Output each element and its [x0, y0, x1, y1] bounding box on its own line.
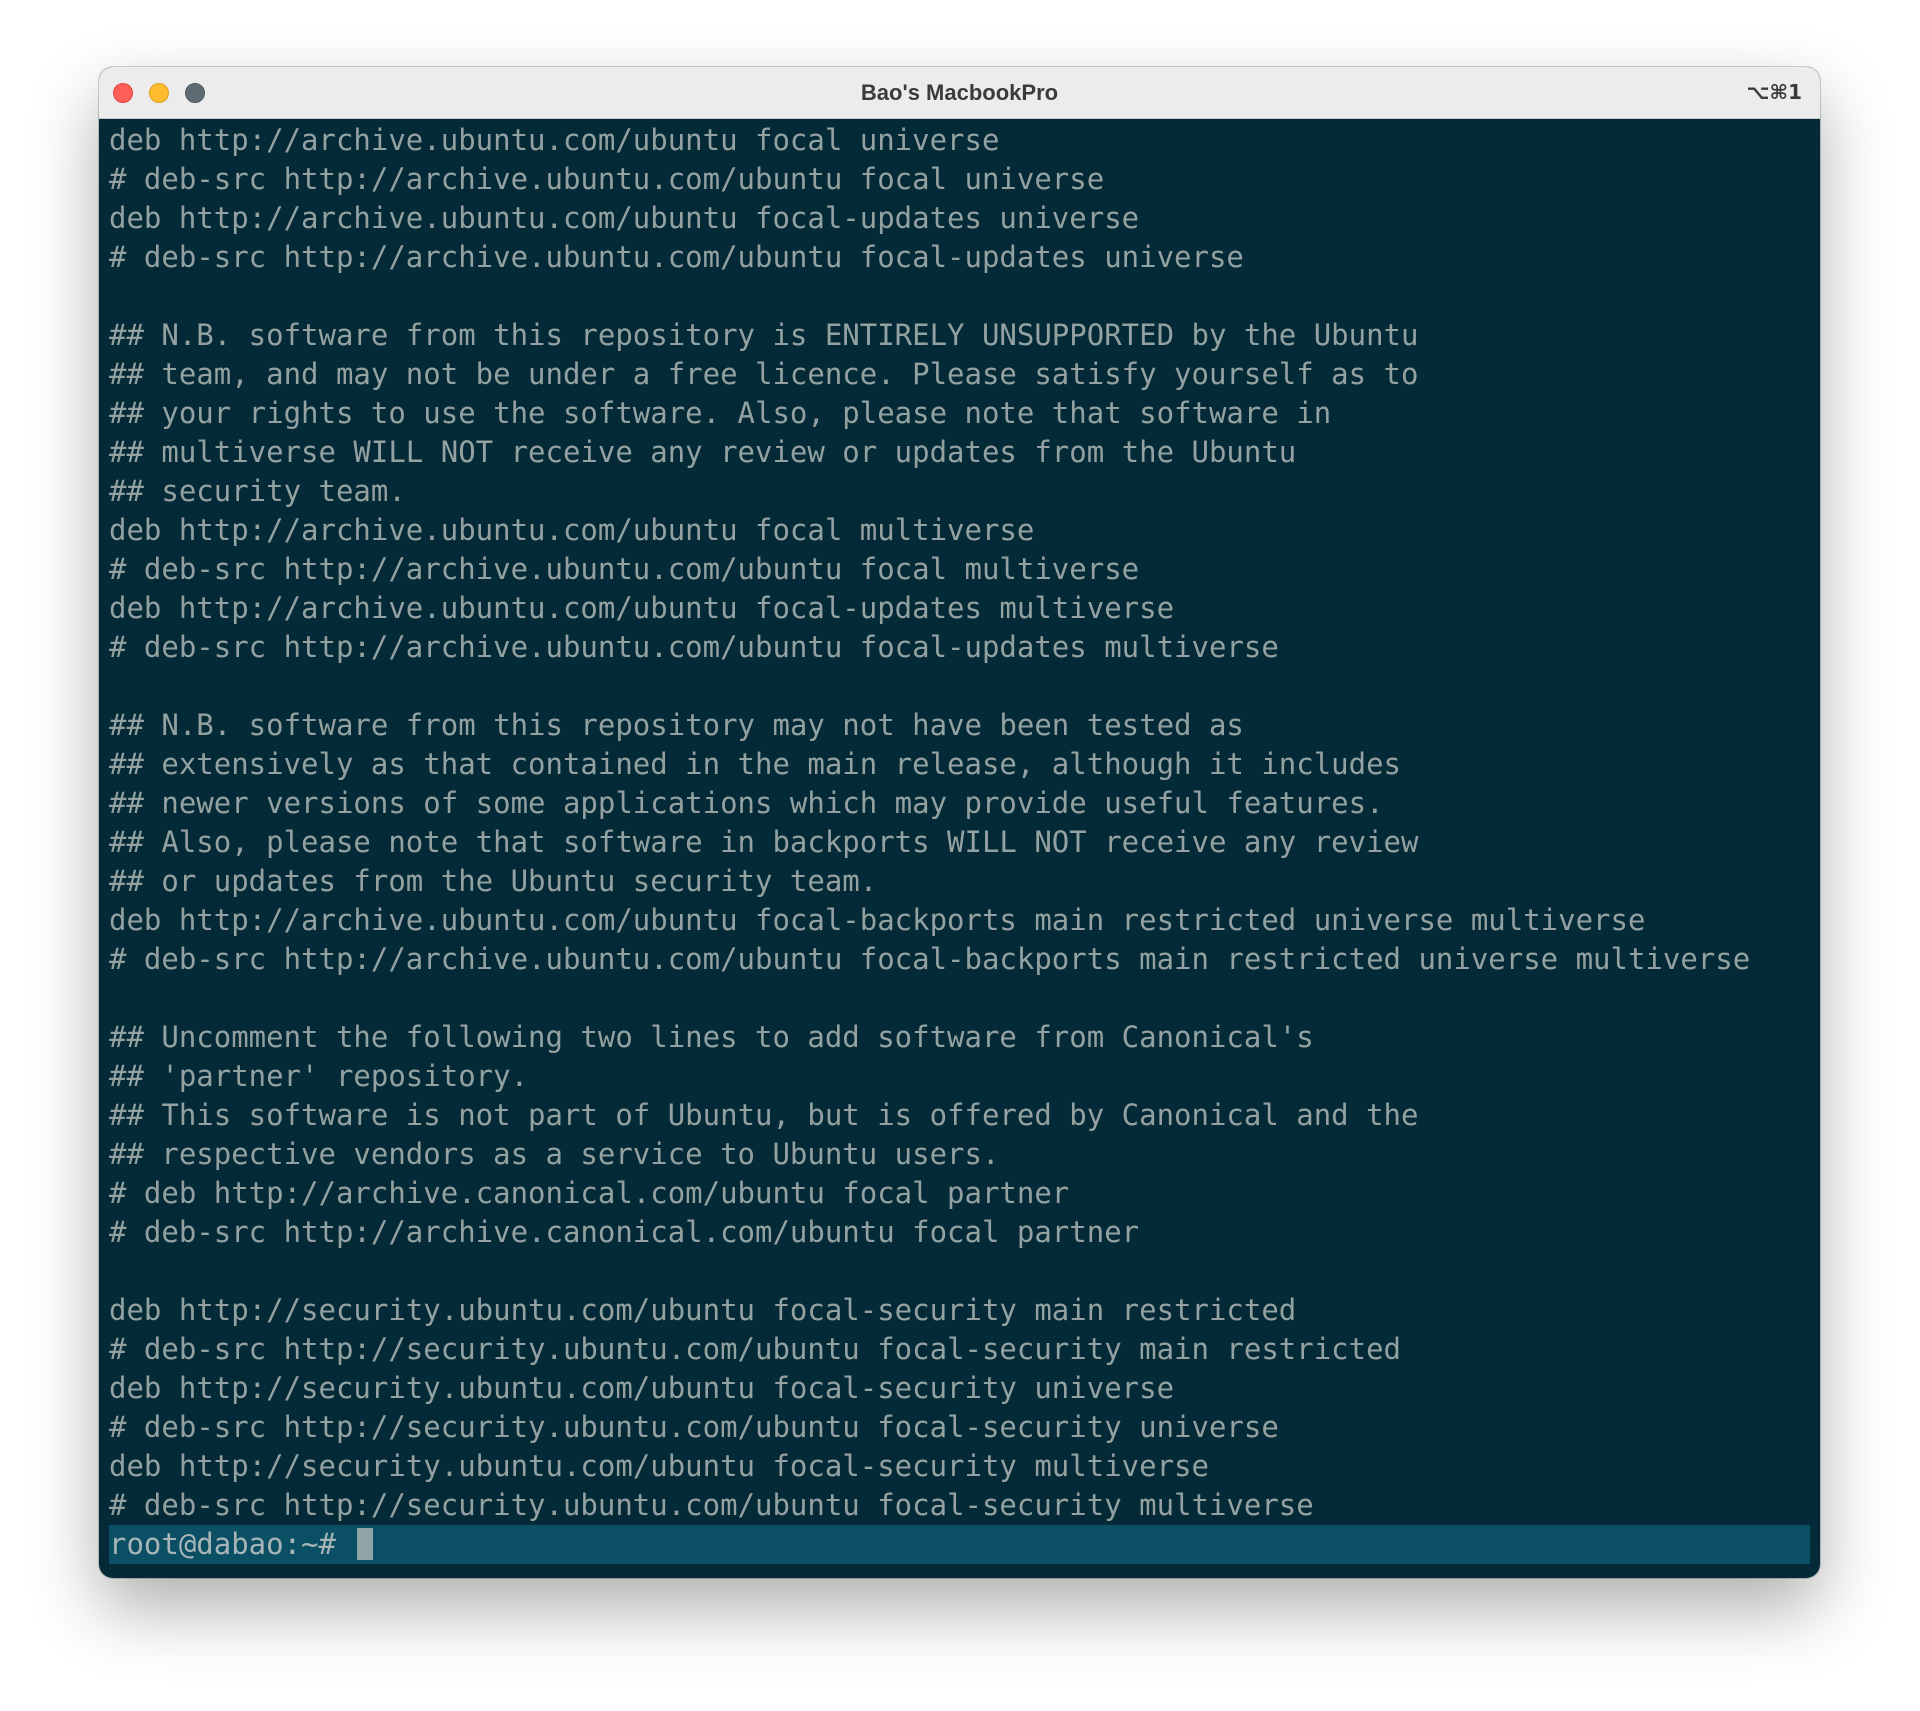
terminal-line: # deb-src http://archive.canonical.com/u… — [109, 1215, 1140, 1249]
terminal-line: ## team, and may not be under a free lic… — [109, 357, 1419, 391]
terminal-line: ## respective vendors as a service to Ub… — [109, 1137, 1000, 1171]
terminal-line: # deb-src http://security.ubuntu.com/ubu… — [109, 1488, 1314, 1522]
command-line[interactable]: root@dabao:~# — [109, 1525, 1810, 1564]
terminal-line: ## N.B. software from this repository ma… — [109, 708, 1244, 742]
terminal-line: deb http://archive.ubuntu.com/ubuntu foc… — [109, 903, 1646, 937]
terminal-line: ## Also, please note that software in ba… — [109, 825, 1419, 859]
window-title: Bao's MacbookPro — [860, 80, 1059, 105]
title-bar[interactable]: Bao's MacbookPro ⌥⌘1 — [99, 67, 1820, 119]
terminal-line: # deb-src http://archive.ubuntu.com/ubun… — [109, 162, 1105, 196]
terminal-output[interactable]: deb http://archive.ubuntu.com/ubuntu foc… — [109, 121, 1820, 1525]
text-cursor — [357, 1528, 374, 1560]
terminal-line: # deb-src http://archive.ubuntu.com/ubun… — [109, 630, 1279, 664]
terminal-line: # deb http://archive.canonical.com/ubunt… — [109, 1176, 1070, 1210]
terminal-line: deb http://security.ubuntu.com/ubuntu fo… — [109, 1449, 1209, 1483]
terminal-line: ## newer versions of some applications w… — [109, 786, 1384, 820]
terminal-line: ## N.B. software from this repository is… — [109, 318, 1419, 352]
terminal-line: deb http://archive.ubuntu.com/ubuntu foc… — [109, 201, 1140, 235]
terminal-line: # deb-src http://archive.ubuntu.com/ubun… — [109, 552, 1140, 586]
terminal-line: # deb-src http://security.ubuntu.com/ubu… — [109, 1332, 1402, 1366]
terminal-line: deb http://archive.ubuntu.com/ubuntu foc… — [109, 513, 1035, 547]
terminal-line: # deb-src http://security.ubuntu.com/ubu… — [109, 1410, 1279, 1444]
window-shortcut-label: ⌥⌘1 — [1746, 80, 1802, 104]
terminal-line: # deb-src http://archive.ubuntu.com/ubun… — [109, 240, 1244, 274]
terminal-line: ## Uncomment the following two lines to … — [109, 1020, 1314, 1054]
shell-prompt: root@dabao:~# — [109, 1527, 336, 1561]
terminal-line: deb http://archive.ubuntu.com/ubuntu foc… — [109, 591, 1175, 625]
terminal-line: ## extensively as that contained in the … — [109, 747, 1402, 781]
terminal-line: deb http://security.ubuntu.com/ubuntu fo… — [109, 1293, 1297, 1327]
terminal-line: ## This software is not part of Ubuntu, … — [109, 1098, 1419, 1132]
terminal-line: ## multiverse WILL NOT receive any revie… — [109, 435, 1297, 469]
terminal-line: ## your rights to use the software. Also… — [109, 396, 1332, 430]
terminal-line: deb http://security.ubuntu.com/ubuntu fo… — [109, 1371, 1175, 1405]
terminal-line: deb http://archive.ubuntu.com/ubuntu foc… — [109, 123, 1000, 157]
terminal-line: ## 'partner' repository. — [109, 1059, 529, 1093]
terminal-line: ## or updates from the Ubuntu security t… — [109, 864, 878, 898]
terminal-window: Bao's MacbookPro ⌥⌘1 deb http://archive.… — [99, 67, 1820, 1578]
terminal-line: # deb-src http://archive.ubuntu.com/ubun… — [109, 942, 1751, 976]
terminal-line: ## security team. — [109, 474, 406, 508]
